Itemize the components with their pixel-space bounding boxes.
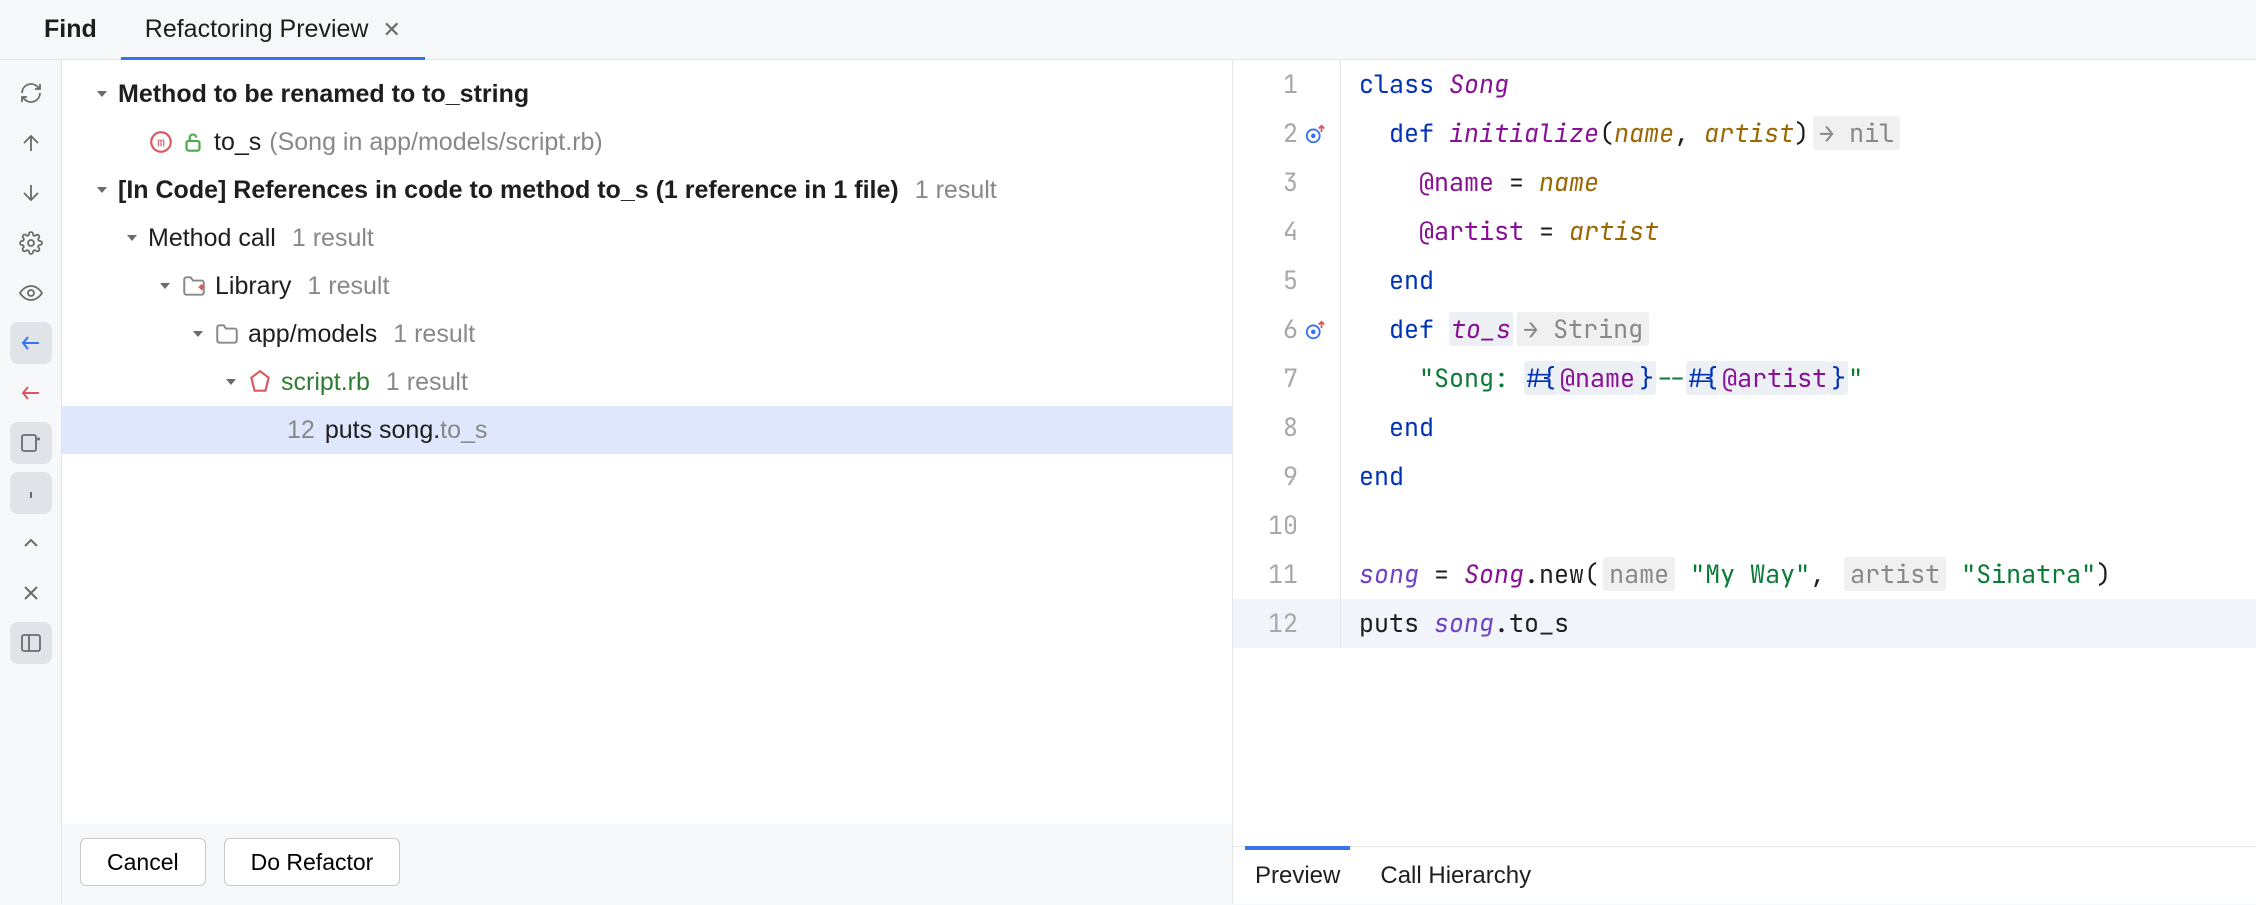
chevron-down-icon[interactable] bbox=[221, 374, 241, 390]
node-label: app/models bbox=[248, 310, 377, 358]
tree-library[interactable]: Library 1 result bbox=[62, 262, 1232, 310]
line-number: 11 bbox=[1268, 550, 1298, 599]
chevron-down-icon[interactable] bbox=[122, 230, 142, 246]
tree-file[interactable]: script.rb 1 result bbox=[62, 358, 1232, 406]
result-count: 1 result bbox=[915, 166, 997, 214]
do-refactor-button[interactable]: Do Refactor bbox=[224, 838, 401, 886]
cancel-button[interactable]: Cancel bbox=[80, 838, 206, 886]
line-number: 1 bbox=[1268, 60, 1298, 109]
override-up-icon[interactable] bbox=[1304, 319, 1328, 341]
ruby-file-icon bbox=[247, 369, 273, 395]
result-count: 1 result bbox=[393, 310, 475, 358]
hit-text: puts song. bbox=[325, 406, 440, 454]
new-file-icon[interactable] bbox=[10, 422, 52, 464]
arrow-down-icon[interactable] bbox=[10, 172, 52, 214]
tree-method-row[interactable]: m to_s (Song in app/models/script.rb) bbox=[62, 118, 1232, 166]
override-up-icon[interactable] bbox=[1304, 123, 1328, 145]
tree-header-references[interactable]: [In Code] References in code to method t… bbox=[62, 166, 1232, 214]
tab-refactoring-preview[interactable]: Refactoring Preview ✕ bbox=[121, 0, 425, 60]
param-hint-name: name bbox=[1603, 557, 1675, 591]
eye-icon[interactable] bbox=[10, 272, 52, 314]
writable-icon bbox=[180, 129, 206, 155]
close-icon[interactable]: ✕ bbox=[382, 17, 400, 43]
refresh-icon[interactable] bbox=[10, 72, 52, 114]
tree-search-hit[interactable]: 12 puts song.to_s bbox=[62, 406, 1232, 454]
chevron-down-icon[interactable] bbox=[92, 182, 112, 198]
code-editor[interactable]: 1 class Song 2 def initialize(name, arti… bbox=[1233, 60, 2256, 648]
results-tree: Method to be renamed to to_string m to_s… bbox=[62, 60, 1232, 824]
layout-icon[interactable] bbox=[10, 622, 52, 664]
node-label: Library bbox=[215, 262, 291, 310]
export-refactor-icon[interactable] bbox=[10, 372, 52, 414]
line-number: 7 bbox=[1268, 354, 1298, 403]
library-folder-icon bbox=[181, 273, 207, 299]
method-location: (Song in app/models/script.rb) bbox=[269, 118, 602, 166]
result-count: 1 result bbox=[307, 262, 389, 310]
tree-folder[interactable]: app/models 1 result bbox=[62, 310, 1232, 358]
result-count: 1 result bbox=[386, 358, 468, 406]
folder-icon bbox=[214, 321, 240, 347]
import-refactor-icon[interactable] bbox=[10, 322, 52, 364]
chevron-down-icon[interactable] bbox=[92, 86, 112, 102]
editor-tab-call-hierarchy[interactable]: Call Hierarchy bbox=[1380, 847, 1531, 905]
chevron-down-x-icon[interactable] bbox=[10, 572, 52, 614]
line-number: 5 bbox=[1268, 256, 1298, 305]
file-name: script.rb bbox=[281, 358, 370, 406]
line-number: 9 bbox=[1268, 452, 1298, 501]
line-number: 8 bbox=[1268, 403, 1298, 452]
hit-match: to_s bbox=[440, 406, 487, 454]
tree-methodcall[interactable]: Method call 1 result bbox=[62, 214, 1232, 262]
left-toolbar bbox=[0, 60, 62, 904]
line-number: 2 bbox=[1268, 109, 1298, 158]
line-number: 10 bbox=[1268, 501, 1298, 550]
node-label: Method call bbox=[148, 214, 276, 262]
hit-linenum: 12 bbox=[287, 406, 315, 454]
settings-icon[interactable] bbox=[10, 222, 52, 264]
line-number: 4 bbox=[1268, 207, 1298, 256]
tree-header-rename[interactable]: Method to be renamed to to_string bbox=[62, 70, 1232, 118]
chevron-down-icon[interactable] bbox=[188, 326, 208, 342]
arrow-up-icon[interactable] bbox=[10, 122, 52, 164]
tab-find[interactable]: Find bbox=[20, 0, 121, 60]
line-number: 12 bbox=[1268, 599, 1298, 648]
param-hint-artist: artist bbox=[1844, 557, 1946, 591]
tab-label: Refactoring Preview bbox=[145, 15, 369, 44]
result-count: 1 result bbox=[292, 214, 374, 262]
method-icon: m bbox=[148, 129, 174, 155]
header-text: Method to be renamed to to_string bbox=[118, 70, 529, 118]
line-number: 3 bbox=[1268, 158, 1298, 207]
editor-tab-preview[interactable]: Preview bbox=[1255, 847, 1340, 905]
return-type-hint: → nil bbox=[1813, 116, 1900, 150]
return-type-hint: → String bbox=[1517, 312, 1649, 346]
info-icon[interactable] bbox=[10, 472, 52, 514]
svg-text:m: m bbox=[157, 135, 165, 150]
line-number: 6 bbox=[1268, 305, 1298, 354]
chevron-up-icon[interactable] bbox=[10, 522, 52, 564]
header-text: [In Code] References in code to method t… bbox=[118, 166, 899, 214]
method-name: to_s bbox=[214, 118, 261, 166]
chevron-down-icon[interactable] bbox=[155, 278, 175, 294]
